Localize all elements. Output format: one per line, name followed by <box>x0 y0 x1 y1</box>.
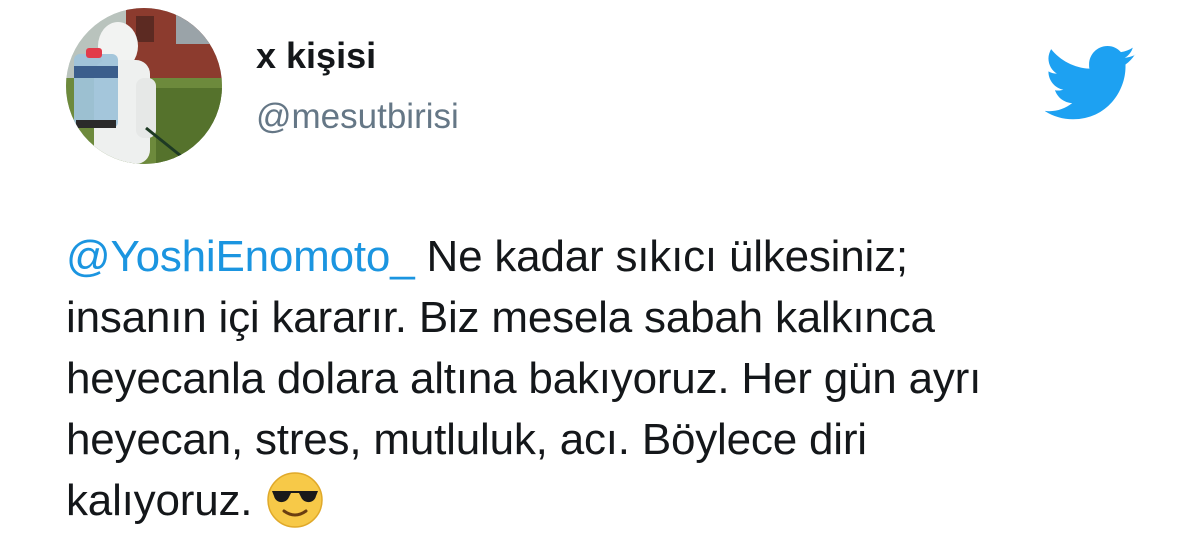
tweet-card: x kişisi @mesutbirisi @YoshiEnomoto_ Ne … <box>0 0 1200 560</box>
tweet-line-1-text: Ne kadar sıkıcı ülkesiniz; <box>414 232 909 281</box>
tweet-line-4: heyecan, stres, mutluluk, acı. Böylece d… <box>66 415 867 464</box>
display-name[interactable]: x kişisi <box>256 32 376 80</box>
tweet-line-1: @YoshiEnomoto_ Ne kadar sıkıcı ülkesiniz… <box>66 226 1176 287</box>
tweet-line-2: insanın içi kararır. Biz mesela sabah ka… <box>66 293 935 342</box>
sunglasses-emoji-icon <box>266 471 324 529</box>
avatar[interactable] <box>66 8 222 164</box>
mention-link[interactable]: @YoshiEnomoto_ <box>66 232 415 281</box>
user-handle[interactable]: @mesutbirisi <box>256 94 459 140</box>
twitter-bird-icon[interactable] <box>1044 44 1137 124</box>
tweet-line-3: heyecanla dolara altına bakıyoruz. Her g… <box>66 354 982 403</box>
tweet-line-5: kalıyoruz. <box>66 470 1176 531</box>
tweet-text: @YoshiEnomoto_ Ne kadar sıkıcı ülkesiniz… <box>66 226 1176 531</box>
tweet-line-5-text: kalıyoruz. <box>66 476 253 525</box>
